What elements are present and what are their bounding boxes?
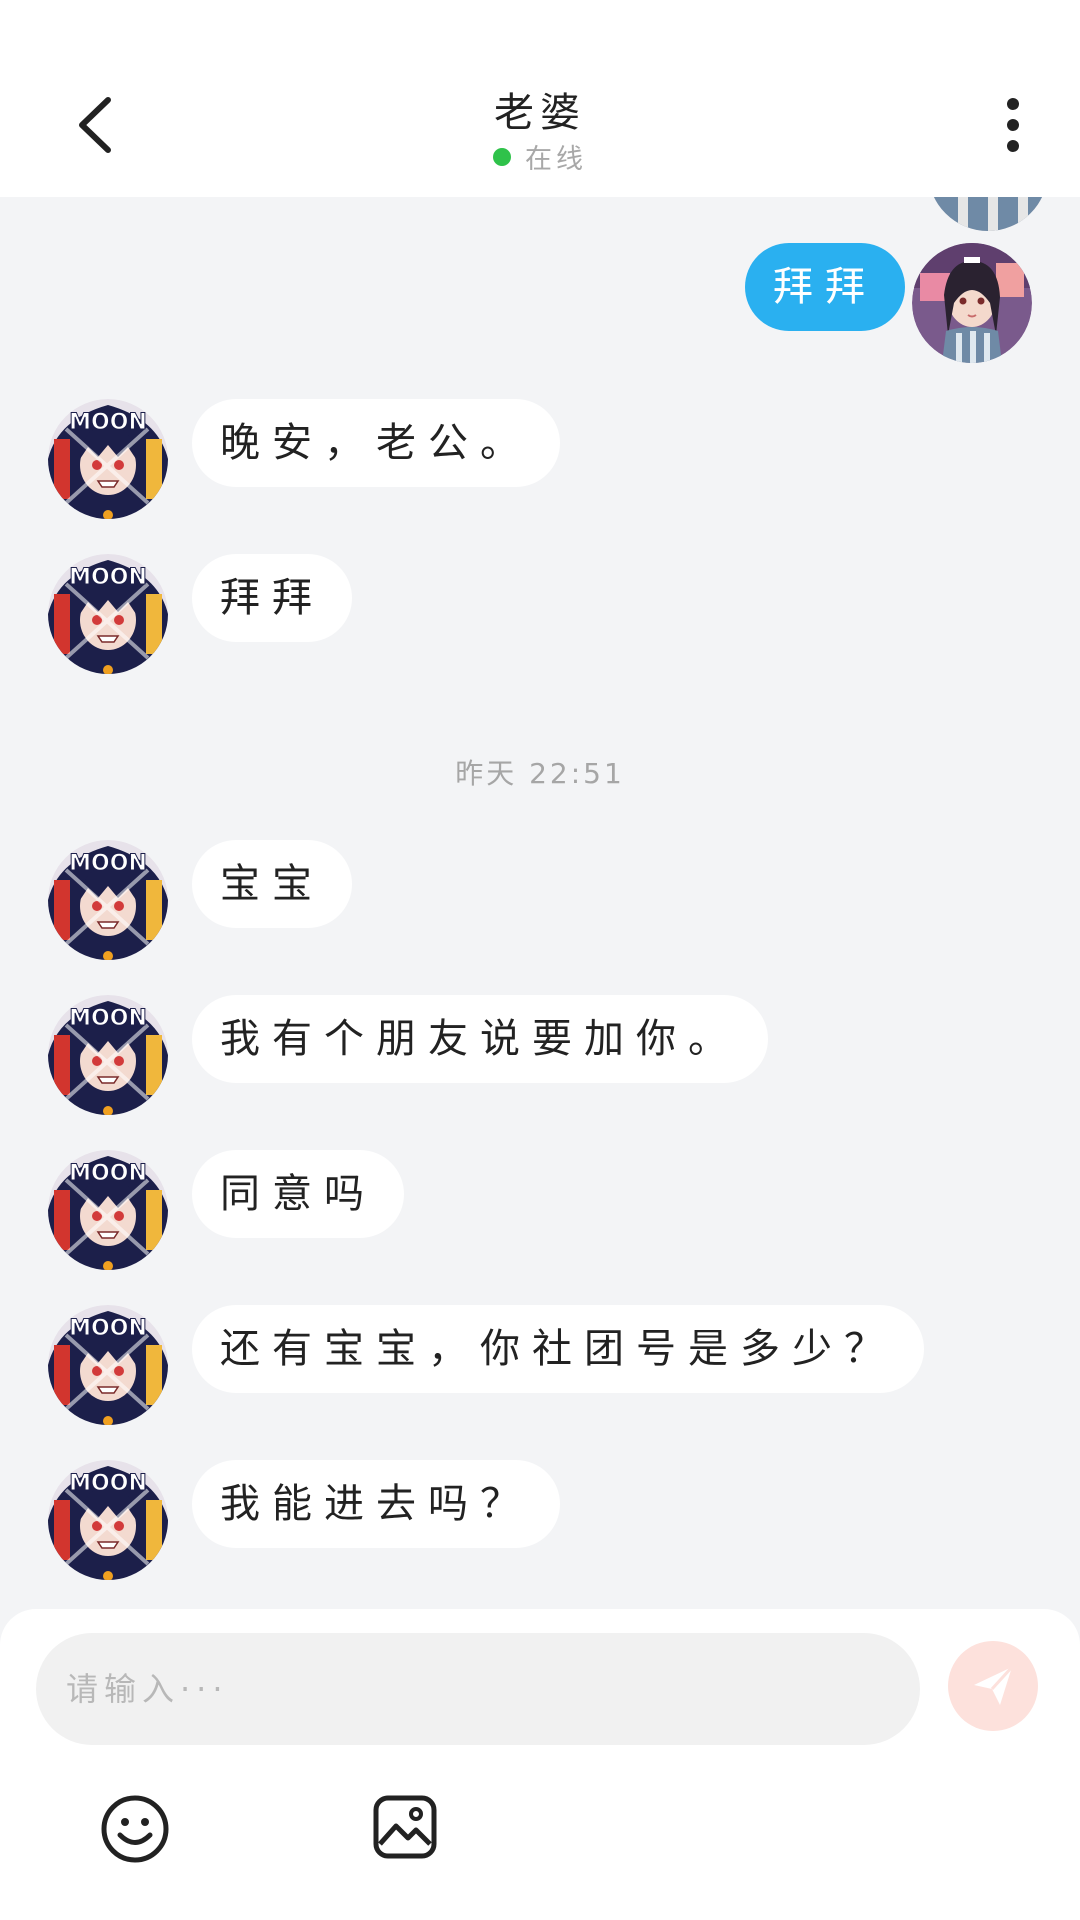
contact-avatar[interactable]: MOON bbox=[48, 554, 168, 674]
image-icon bbox=[373, 1795, 437, 1859]
chat-header: 老婆 在线 bbox=[0, 0, 1080, 197]
self-avatar[interactable] bbox=[912, 243, 1032, 363]
message-list[interactable]: 拜拜 MOON 晚安，老公。 MOON 拜拜 昨天 22:51 MOON 宝宝 … bbox=[0, 197, 1080, 1609]
svg-text:MOON: MOON bbox=[69, 1161, 147, 1186]
contact-name: 老婆 bbox=[494, 90, 586, 136]
time-separator: 昨天 22:51 bbox=[455, 757, 625, 790]
contact-avatar[interactable]: MOON bbox=[48, 995, 168, 1115]
send-button[interactable] bbox=[948, 1641, 1038, 1731]
message-input[interactable] bbox=[36, 1633, 920, 1745]
more-options-button[interactable] bbox=[998, 98, 1028, 156]
svg-text:MOON: MOON bbox=[69, 1316, 147, 1341]
online-status-label: 在线 bbox=[525, 144, 587, 175]
more-vertical-icon bbox=[1007, 98, 1019, 110]
message-bubble-incoming[interactable]: 晚安，老公。 bbox=[192, 399, 560, 487]
message-bubble-outgoing[interactable]: 拜拜 bbox=[745, 243, 905, 331]
svg-text:MOON: MOON bbox=[69, 565, 147, 590]
message-bubble-incoming[interactable]: 同意吗 bbox=[192, 1150, 404, 1238]
composer-panel bbox=[0, 1609, 1080, 1920]
online-status: 在线 bbox=[0, 137, 1080, 176]
contact-avatar[interactable]: MOON bbox=[48, 840, 168, 960]
contact-avatar[interactable]: MOON bbox=[48, 1305, 168, 1425]
svg-text:MOON: MOON bbox=[69, 410, 147, 435]
svg-text:MOON: MOON bbox=[69, 851, 147, 876]
smiley-icon bbox=[101, 1795, 169, 1863]
contact-avatar[interactable]: MOON bbox=[48, 1150, 168, 1270]
svg-text:MOON: MOON bbox=[69, 1006, 147, 1031]
paper-plane-icon bbox=[974, 1665, 1014, 1705]
online-dot-icon bbox=[493, 148, 511, 166]
message-bubble-incoming[interactable]: 我能进去吗？ bbox=[192, 1460, 560, 1548]
message-bubble-incoming[interactable]: 宝宝 bbox=[192, 840, 352, 928]
message-bubble-incoming[interactable]: 拜拜 bbox=[192, 554, 352, 642]
emoji-button[interactable] bbox=[100, 1794, 170, 1864]
message-bubble-incoming[interactable]: 还有宝宝，你社团号是多少？ bbox=[192, 1305, 924, 1393]
contact-avatar[interactable]: MOON bbox=[48, 1460, 168, 1580]
svg-text:MOON: MOON bbox=[69, 1471, 147, 1496]
self-avatar[interactable] bbox=[928, 197, 1048, 231]
image-button[interactable] bbox=[372, 1794, 438, 1860]
contact-avatar[interactable]: MOON bbox=[48, 399, 168, 519]
message-bubble-incoming[interactable]: 我有个朋友说要加你。 bbox=[192, 995, 768, 1083]
